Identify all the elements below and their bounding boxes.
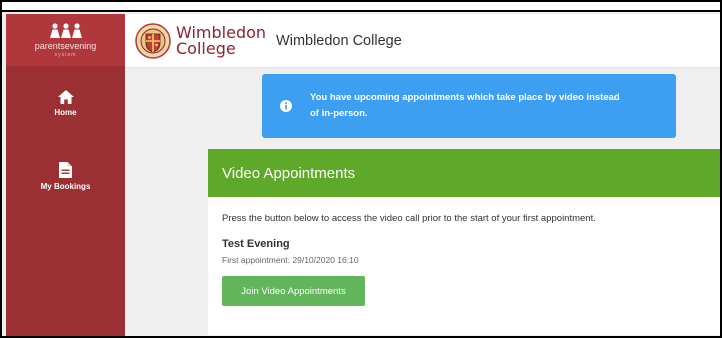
college-logo-text: Wimbledon College xyxy=(176,24,266,58)
top-header: Wimbledon College Wimbledon College xyxy=(125,14,720,68)
join-video-appointments-button[interactable]: Join Video Appointments xyxy=(222,276,365,306)
college-crest-icon xyxy=(135,22,171,59)
sidebar-item-label: My Bookings xyxy=(40,182,91,191)
people-group-icon xyxy=(49,22,82,38)
window-top-strip xyxy=(2,2,720,12)
file-icon xyxy=(59,162,72,178)
sidebar: parentsevening system Home My Bookings xyxy=(6,14,125,336)
brand-name: parentsevening xyxy=(34,40,97,51)
sidebar-item-home[interactable]: Home xyxy=(6,90,125,117)
info-alert: You have upcoming appointments which tak… xyxy=(262,74,676,138)
card-title: Video Appointments xyxy=(222,164,356,182)
card-header: Video Appointments xyxy=(208,149,720,197)
event-name: Test Evening xyxy=(222,238,290,250)
logo-line-2: College xyxy=(176,38,236,58)
home-icon xyxy=(57,90,74,104)
brand-subtitle: system xyxy=(54,51,77,58)
card-description: Press the button below to access the vid… xyxy=(222,213,596,224)
first-appointment-time: First appointment: 29/10/2020 16:10 xyxy=(222,255,359,265)
sidebar-item-my-bookings[interactable]: My Bookings xyxy=(6,162,125,191)
alert-message: You have upcoming appointments which tak… xyxy=(310,92,620,119)
brand-logo[interactable]: parentsevening system xyxy=(6,14,125,66)
video-appointments-card: Video Appointments Press the button belo… xyxy=(208,149,720,335)
app-frame: parentsevening system Home My Bookings W… xyxy=(0,0,722,338)
card-body: Press the button below to access the vid… xyxy=(208,197,720,306)
page-title: Wimbledon College xyxy=(276,32,402,49)
sidebar-item-label: Home xyxy=(54,108,77,117)
info-icon xyxy=(280,100,292,112)
